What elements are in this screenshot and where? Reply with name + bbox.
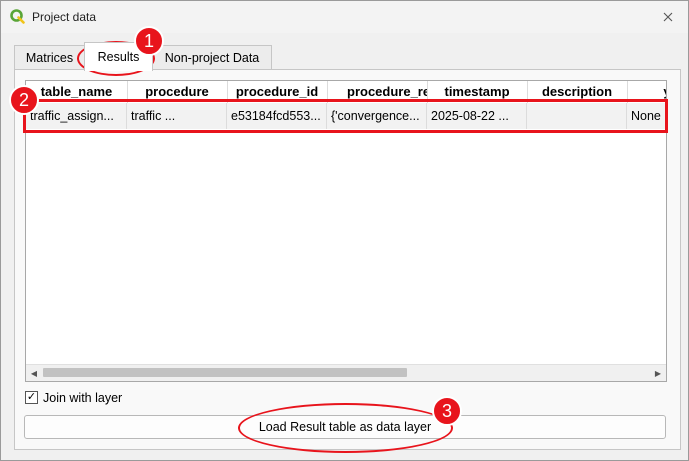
horizontal-scrollbar[interactable]: ◀ ▶ <box>26 364 666 381</box>
annotation-badge: 1 <box>134 26 164 56</box>
annotation-badge: 2 <box>9 85 39 115</box>
close-icon[interactable] <box>654 5 682 29</box>
join-with-layer-checkbox[interactable]: ✓ <box>25 391 38 404</box>
scrollbar-thumb[interactable] <box>43 368 407 377</box>
title-bar: Project data <box>1 1 688 33</box>
annotation-rect-result-row <box>23 99 668 133</box>
annotation-ellipse-load-button <box>238 403 453 453</box>
scroll-left-icon[interactable]: ◀ <box>26 365 42 381</box>
scroll-right-icon[interactable]: ▶ <box>650 365 666 381</box>
tab-non-project-data[interactable]: Non-project Data <box>152 45 272 69</box>
checkmark-icon: ✓ <box>26 391 37 403</box>
annotation-badge: 3 <box>432 396 462 426</box>
project-data-dialog: Project data Matrices Results Non-projec… <box>0 0 689 461</box>
window-title: Project data <box>32 10 97 24</box>
tab-label: Non-project Data <box>164 50 260 65</box>
join-with-layer-label: Join with layer <box>43 391 123 405</box>
tab-matrices[interactable]: Matrices <box>14 45 85 69</box>
qgis-logo-icon <box>10 9 25 24</box>
tab-label: Results <box>97 50 140 64</box>
tab-label: Matrices <box>25 50 74 65</box>
